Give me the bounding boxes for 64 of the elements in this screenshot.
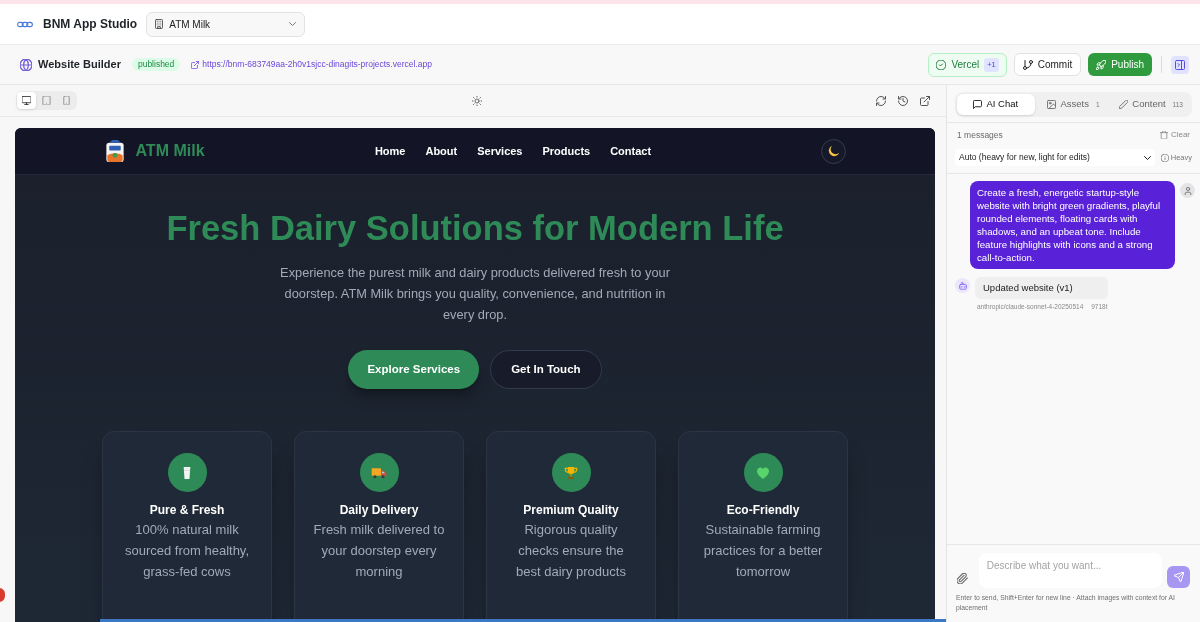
pencil-icon	[1119, 100, 1129, 109]
model-select[interactable]: Auto (heavy for new, light for edits)	[955, 149, 1155, 166]
nav-link[interactable]: Products	[542, 142, 591, 160]
milk-carton-logo	[103, 139, 126, 163]
rocket-icon	[1096, 59, 1107, 70]
paperclip-icon[interactable]	[957, 573, 968, 584]
branch-icon	[1022, 59, 1033, 70]
milk-glass-icon	[167, 453, 207, 492]
device-toggle-button[interactable]	[17, 92, 36, 109]
feature-description: Rigorous quality checks ensure the best dairy products	[515, 521, 627, 581]
feature-title: Daily Delivery	[339, 502, 419, 518]
trophy-icon	[551, 453, 591, 492]
user-avatar-icon	[1180, 183, 1195, 198]
monitor-icon	[22, 96, 31, 105]
feature-title: Eco-Friendly	[726, 502, 800, 518]
nav-link[interactable]: About	[425, 142, 458, 160]
feature-title: Premium Quality	[523, 502, 619, 518]
publish-button[interactable]: Publish	[1088, 53, 1152, 76]
message-input[interactable]: Describe what you want...	[978, 553, 1163, 588]
trash-icon	[1159, 131, 1168, 139]
info-icon	[1160, 153, 1169, 162]
feature-description: Sustainable farming practices for a better tomorrow	[702, 521, 824, 581]
builder-title: Website Builder	[38, 57, 121, 73]
history-icon[interactable]	[898, 95, 908, 106]
primary-cta-button[interactable]: Explore Services	[348, 350, 480, 389]
secondary-cta-button[interactable]: Get In Touch	[490, 350, 602, 389]
bot-avatar-icon	[955, 278, 970, 293]
project-select[interactable]: ATM Milk	[146, 11, 306, 37]
sun-icon[interactable]	[471, 95, 482, 106]
truck-icon	[359, 453, 399, 492]
commit-button[interactable]: Commit	[1013, 53, 1082, 76]
panel-toggle-button[interactable]	[1171, 55, 1189, 74]
nav-link[interactable]: Home	[374, 142, 406, 160]
feature-description: Fresh milk delivered to your doorstep every morning	[313, 521, 445, 581]
hero-description: Experience the purest milk and dairy products delivered fresh to your doorstep. ATM Milk brings you quality, convenience, and nutrition in every drop.	[279, 264, 671, 324]
chain-links-icon	[17, 20, 33, 28]
clear-button[interactable]: Clear	[1159, 129, 1190, 141]
feature-description: 100% natural milk sourced from healthy, grass-fed cows	[123, 521, 250, 581]
building-icon	[155, 19, 164, 29]
status-badge: published	[131, 58, 181, 71]
nav-link[interactable]: Contact	[610, 142, 652, 160]
external-link-icon	[191, 60, 200, 69]
hero-heading: Fresh Dairy Solutions for Modern Life	[166, 209, 784, 248]
app-title: BNM App Studio	[43, 16, 138, 33]
chevron-down-icon	[289, 22, 297, 26]
refresh-icon[interactable]	[876, 95, 886, 106]
globe-icon	[20, 58, 32, 71]
chevron-down-icon	[1143, 155, 1151, 160]
smartphone-icon	[62, 96, 71, 105]
theme-toggle-button[interactable]	[821, 138, 847, 164]
send-icon	[1173, 572, 1184, 582]
brand-name: ATM Milk	[135, 141, 205, 161]
message-count: 1 messages	[957, 128, 1003, 142]
image-icon	[1047, 100, 1057, 109]
site-url-link[interactable]: https://bnm-683749aa-2h0v1sjcc-dinagits-projects.vercel.app	[202, 58, 432, 71]
nav-link[interactable]: Services	[477, 142, 523, 160]
external-link-icon[interactable]	[920, 95, 930, 106]
assistant-message: Updated website (v1)	[975, 277, 1108, 299]
user-message: Create a fresh, energetic startup-style website with bright green gradients, playful rounded elements, floating cards with shadows, and an upbeat tone. Include feature highlights with icons and a strong call-to-action.	[970, 181, 1175, 269]
tablet-icon	[42, 96, 51, 105]
feature-title: Pure & Fresh	[149, 502, 225, 518]
panel-tab[interactable]: AI Chat	[957, 94, 1035, 115]
sidebar-panel-icon	[1175, 59, 1185, 70]
moon-icon	[827, 144, 841, 158]
